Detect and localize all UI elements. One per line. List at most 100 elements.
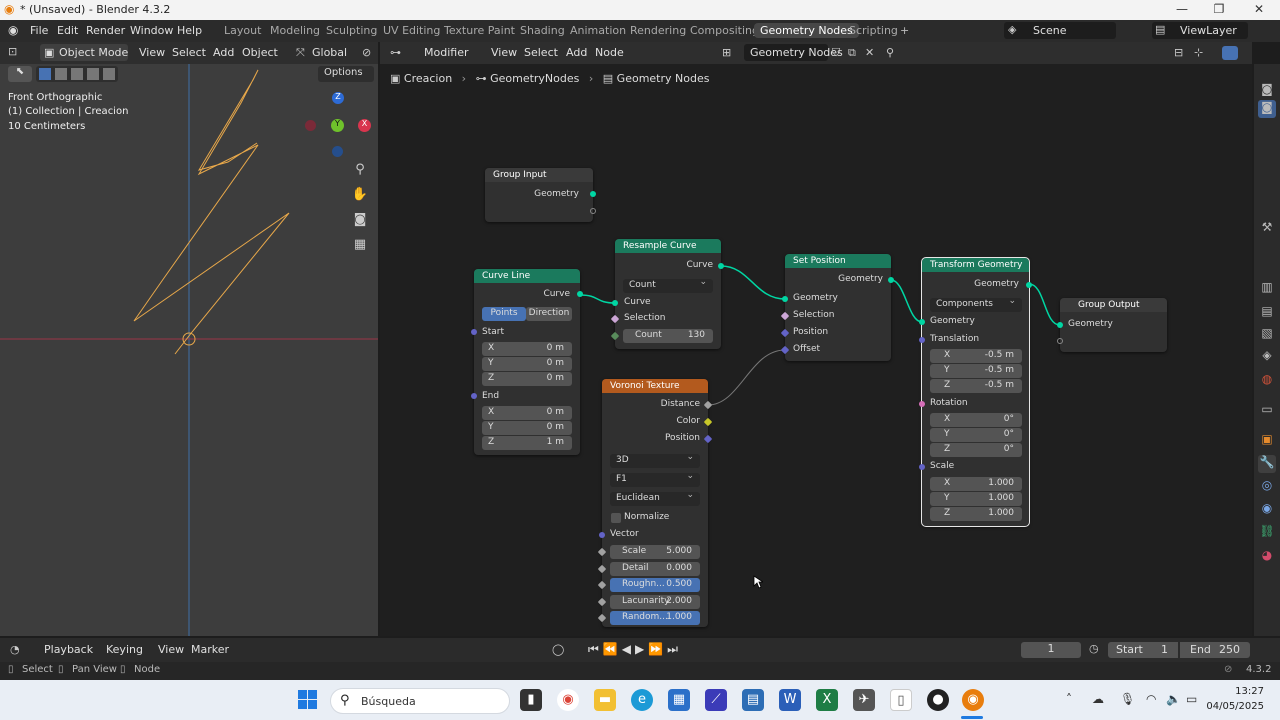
record-icon[interactable]: ◯ (552, 643, 564, 656)
detail-field[interactable]: Detail 0.000 (610, 562, 700, 576)
socket-curve-in[interactable] (612, 300, 618, 306)
pan-hand-icon[interactable]: ✋ (350, 185, 370, 205)
socket-scale-in[interactable] (919, 464, 925, 470)
volume-icon[interactable]: 🔈 (1166, 692, 1181, 706)
tab-animation[interactable]: Animation (570, 24, 626, 37)
transform-mode-dropdown[interactable]: Components (930, 296, 1022, 312)
clock-time[interactable]: 13:27 (1216, 686, 1264, 697)
pin-icon[interactable]: ⚲ (886, 46, 894, 59)
gizmo-neg-x[interactable] (305, 120, 316, 131)
socket-empty-out[interactable] (590, 208, 596, 214)
overlays-toggle[interactable] (1222, 46, 1238, 60)
translation-y-field[interactable]: Y -0.5 m (930, 364, 1022, 378)
tl-menu-view[interactable]: View (158, 643, 184, 656)
select-tool-icon[interactable]: ⬉ (8, 66, 32, 82)
socket-geometry-in[interactable] (782, 296, 788, 302)
start-y-field[interactable]: Y0 m (482, 357, 572, 371)
microphone-icon[interactable]: 🎙 (1120, 692, 1135, 706)
chrome-icon[interactable]: ◉ (557, 689, 579, 711)
3d-viewport[interactable]: Front Orthographic (1) Collection | Crea… (0, 42, 378, 636)
orientation-selector[interactable]: Global (312, 46, 347, 59)
rotation-x-field[interactable]: X 0° (930, 413, 1022, 427)
particles-icon[interactable]: ◎ (1258, 478, 1276, 496)
metric-dropdown[interactable]: Euclidean (610, 490, 700, 506)
select-subtract-icon[interactable] (71, 68, 83, 80)
render-properties-icon[interactable]: ▥ (1258, 280, 1276, 298)
rotation-z-field[interactable]: Z 0° (930, 443, 1022, 457)
end-z-field[interactable]: Z1 m (482, 436, 572, 450)
node-group-output[interactable]: Group Output Geometry (1057, 298, 1167, 352)
blender-menu-icon[interactable]: ◉ (8, 23, 18, 37)
scale-z-field[interactable]: Z 1.000 (930, 507, 1022, 521)
camera-icon[interactable]: ◙ (350, 210, 370, 230)
material-properties-icon[interactable]: ◕ (1258, 548, 1276, 566)
socket-start-in[interactable] (471, 329, 477, 335)
socket-vector-in[interactable] (599, 532, 605, 538)
output-properties-icon[interactable]: ▤ (1258, 304, 1276, 322)
ne-menu-view[interactable]: View (491, 46, 517, 59)
physics-icon[interactable]: ◉ (1258, 501, 1276, 519)
node-group-input[interactable]: Group Input Geometry (485, 168, 596, 222)
overlay-icon[interactable]: ⊟ (1174, 46, 1183, 59)
socket-rotation-in[interactable] (919, 401, 925, 407)
notepad-icon[interactable]: ▯ (890, 689, 912, 711)
editor-type-icon[interactable]: ⊡ (8, 45, 17, 58)
scale-field[interactable]: Scale 5.000 (610, 545, 700, 559)
zoom-icon[interactable]: ⚲ (350, 160, 370, 180)
task-view-icon[interactable]: ▮ (520, 689, 542, 711)
wifi-icon[interactable]: ◠ (1146, 692, 1156, 706)
start-x-field[interactable]: X0 m (482, 342, 572, 356)
scene-properties-icon[interactable]: ◈ (1258, 348, 1276, 366)
randomness-field[interactable]: Random... 1.000 (610, 611, 700, 625)
battery-icon[interactable]: ▭ (1186, 692, 1197, 706)
dimensions-dropdown[interactable]: 3D (610, 452, 700, 468)
node-set-position[interactable]: Set Position Geometry Geometry Selection… (780, 254, 894, 361)
vp-menu-select[interactable]: Select (172, 46, 206, 59)
clock-icon[interactable]: ◷ (1089, 642, 1099, 655)
select-mode-group[interactable] (36, 66, 118, 82)
node-editor-type-icon[interactable]: ⊶ (390, 46, 401, 59)
unlink-icon[interactable]: ✕ (865, 46, 874, 59)
tab-shading[interactable]: Shading (520, 24, 565, 37)
socket-end-in[interactable] (471, 393, 477, 399)
tab-modeling[interactable]: Modeling (270, 24, 320, 37)
gizmo-neg-z[interactable] (332, 146, 343, 157)
socket-translation-in[interactable] (919, 337, 925, 343)
node-transform-geometry[interactable]: Transform Geometry Geometry Components G… (919, 257, 1032, 527)
menu-window[interactable]: Window (130, 24, 173, 37)
node-editor[interactable]: Group Input Geometry Curve Line Curve Po… (380, 42, 1252, 636)
windows-start-icon[interactable] (298, 690, 318, 710)
edge-icon[interactable]: e (631, 689, 653, 711)
translation-z-field[interactable]: Z -0.5 m (930, 379, 1022, 393)
gizmo-x[interactable]: X (358, 119, 371, 132)
collection-properties-icon[interactable]: ▭ (1258, 402, 1276, 420)
node-tree-type-selector[interactable]: Modifier (424, 46, 468, 59)
node-resample-curve[interactable]: Resample Curve Curve Count Curve Selecti… (610, 239, 724, 349)
timeline-editor-icon[interactable]: ◔ (10, 643, 20, 656)
node-curve-line[interactable]: Curve Line Curve Points Direction Start … (471, 269, 583, 455)
feature-dropdown[interactable]: F1 (610, 471, 700, 487)
socket-empty-in[interactable] (1057, 338, 1063, 344)
socket-geometry-out[interactable] (888, 277, 894, 283)
end-y-field[interactable]: Y0 m (482, 421, 572, 435)
view-layer-properties-icon[interactable]: ▧ (1258, 326, 1276, 344)
duplicate-icon[interactable]: ⧉ (848, 46, 856, 60)
grid-icon[interactable]: ▦ (350, 235, 370, 255)
camera-view-icon[interactable]: ◙ (1258, 82, 1276, 100)
scale-x-field[interactable]: X 1.000 (930, 477, 1022, 491)
obs-icon[interactable]: ● (927, 689, 949, 711)
current-frame-field[interactable]: 1 (1021, 642, 1081, 658)
tl-menu-playback[interactable]: Playback (44, 643, 93, 656)
menu-file[interactable]: File (30, 24, 48, 37)
constraints-icon[interactable]: ⛓ (1258, 524, 1276, 542)
roughness-field[interactable]: Roughn... 0.500 (610, 578, 700, 592)
calculator-icon[interactable]: ▤ (742, 689, 764, 711)
menu-render[interactable]: Render (86, 24, 125, 37)
select-invert-icon[interactable] (87, 68, 99, 80)
select-extend-icon[interactable] (55, 68, 67, 80)
add-workspace-icon[interactable]: + (900, 24, 909, 37)
mode-points-button[interactable]: Points (482, 307, 526, 321)
tab-geometry-nodes[interactable]: Geometry Nodes (754, 23, 859, 38)
minimize-icon[interactable]: — (1174, 2, 1190, 18)
socket-geometry-in[interactable] (919, 319, 925, 325)
